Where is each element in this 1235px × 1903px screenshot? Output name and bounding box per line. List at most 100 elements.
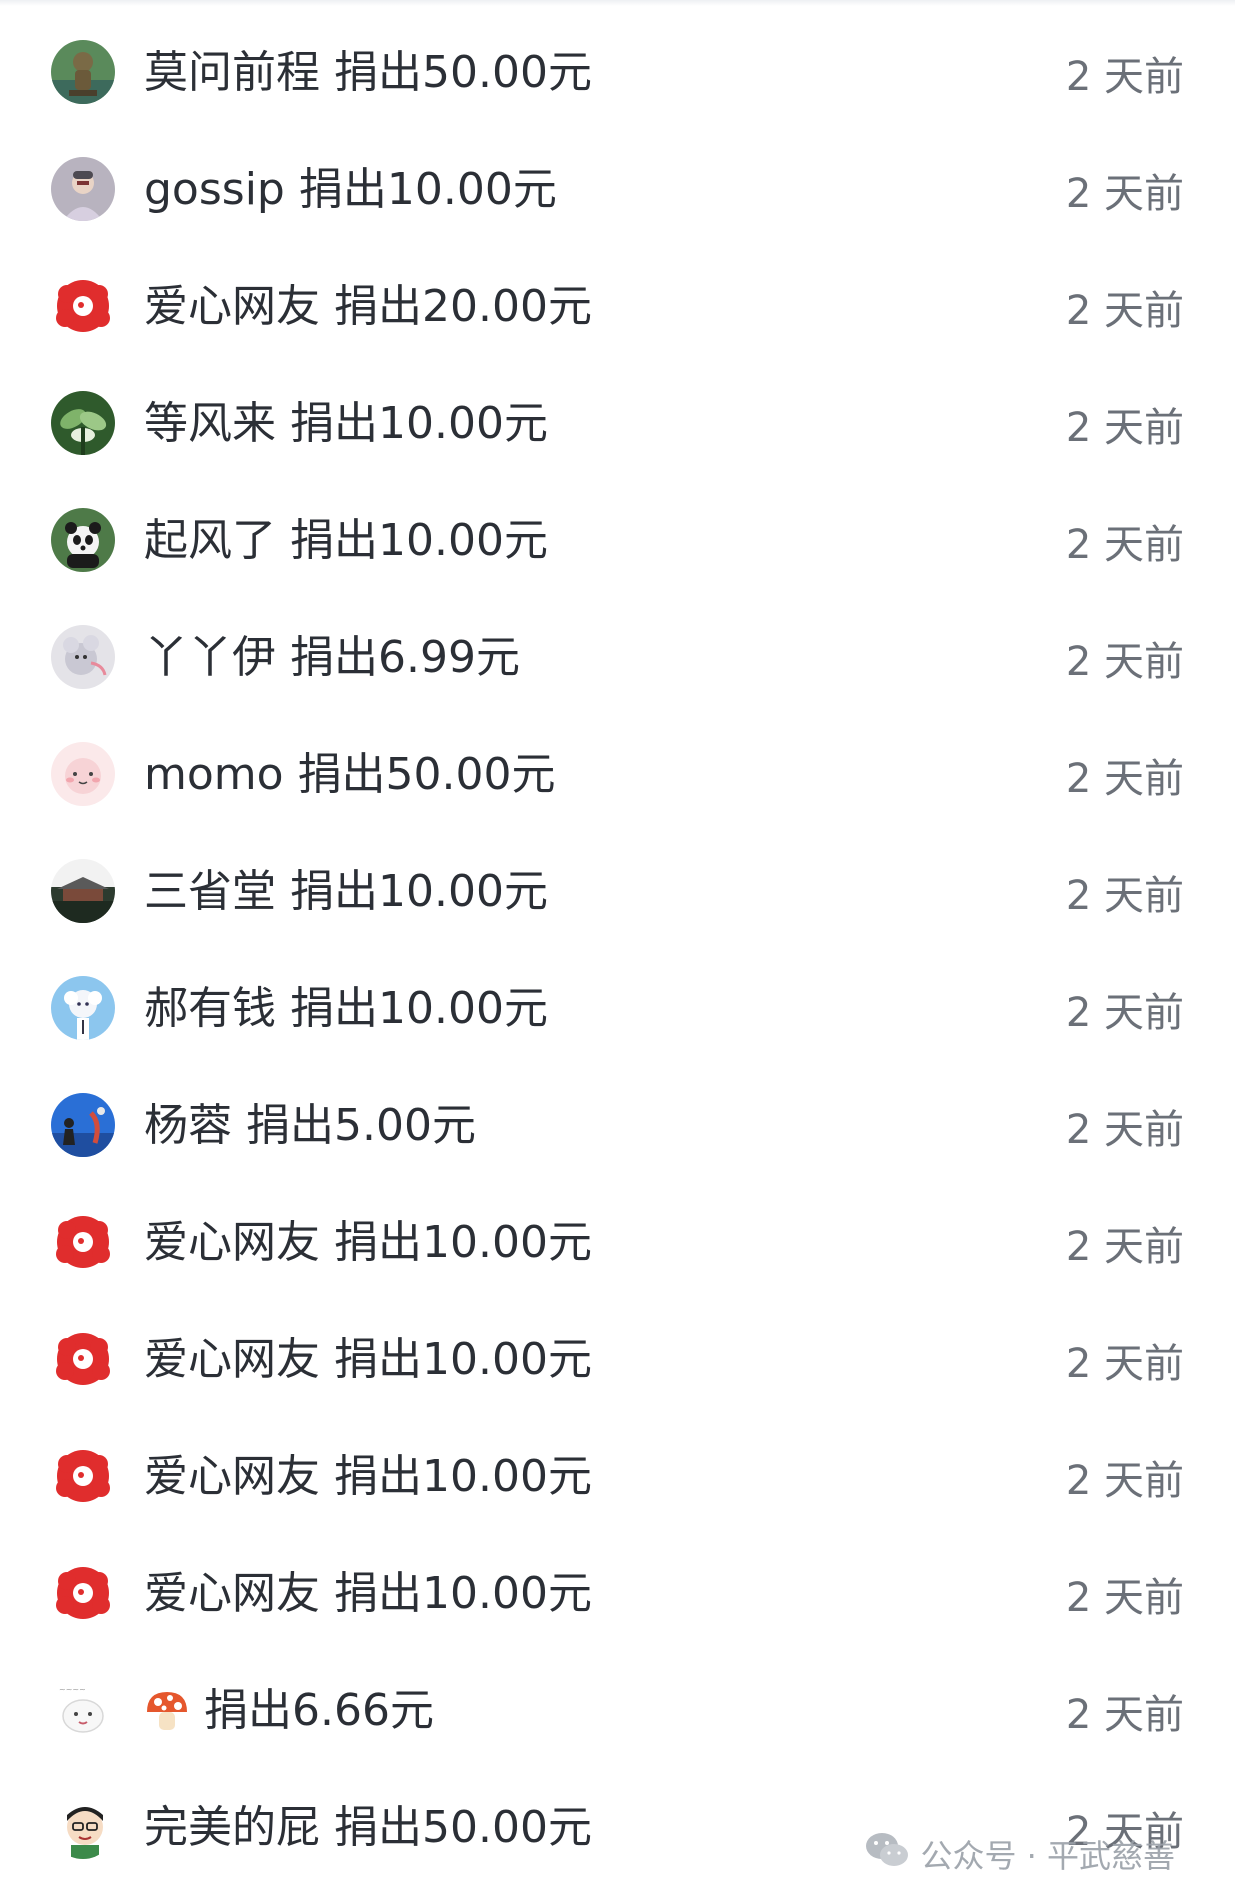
donation-amount: 捐出5.00元 (246, 1099, 476, 1151)
donation-time: 2 天前 (1065, 170, 1184, 217)
donor-name: 等风来 (144, 397, 276, 449)
avatar[interactable] (51, 1561, 115, 1625)
donation-text: 爱心网友 捐出20.00元 (144, 248, 592, 365)
donation-time: 2 天前 (1065, 404, 1184, 451)
list-item[interactable]: 起风了 捐出10.00元 2 天前 (0, 482, 1235, 599)
donation-time: 2 天前 (1065, 755, 1184, 802)
avatar[interactable] (51, 157, 115, 221)
donor-name: 郝有钱 (144, 982, 276, 1034)
donor-name: 丫丫伊 (144, 631, 276, 683)
donation-time: 2 天前 (1065, 1574, 1184, 1621)
avatar[interactable] (51, 625, 115, 689)
donation-time: 2 天前 (1065, 638, 1184, 685)
donation-amount: 捐出10.00元 (334, 1450, 592, 1502)
donation-time: 2 天前 (1065, 53, 1184, 100)
avatar[interactable] (51, 274, 115, 338)
avatar[interactable] (51, 1093, 115, 1157)
donation-text: 爱心网友 捐出10.00元 (144, 1301, 592, 1418)
list-item[interactable]: 三省堂 捐出10.00元 2 天前 (0, 833, 1235, 950)
donor-name: 起风了 (144, 514, 276, 566)
donor-name: 爱心网友 (144, 1333, 320, 1385)
donation-time: 2 天前 (1065, 287, 1184, 334)
svg-text:~~~~: ~~~~ (59, 1685, 86, 1694)
list-item[interactable]: 丫丫伊 捐出6.99元 2 天前 (0, 599, 1235, 716)
list-item[interactable]: gossip 捐出10.00元 2 天前 (0, 131, 1235, 248)
donation-amount: 捐出10.00元 (290, 982, 548, 1034)
donor-name: 爱心网友 (144, 1450, 320, 1502)
donation-text: gossip 捐出10.00元 (144, 131, 557, 248)
donation-text: 丫丫伊 捐出6.99元 (144, 599, 520, 716)
donation-amount: 捐出10.00元 (290, 865, 548, 917)
list-item[interactable]: ~~~~ 捐出6.66元 2 天前 (0, 1652, 1235, 1769)
donation-text: 完美的屁 捐出50.00元 (144, 1769, 592, 1886)
avatar[interactable] (51, 391, 115, 455)
donation-list[interactable]: 莫问前程 捐出50.00元 2 天前 gossip 捐出10.00元 2 天前 … (0, 14, 1235, 1886)
donation-time: 2 天前 (1065, 1691, 1184, 1738)
list-item[interactable]: 杨蓉 捐出5.00元 2 天前 (0, 1067, 1235, 1184)
donation-amount: 捐出6.99元 (290, 631, 520, 683)
list-item[interactable]: 郝有钱 捐出10.00元 2 天前 (0, 950, 1235, 1067)
donor-name: 爱心网友 (144, 1216, 320, 1268)
avatar[interactable] (51, 1795, 115, 1859)
donation-time: 2 天前 (1065, 989, 1184, 1036)
donation-amount: 捐出50.00元 (297, 748, 556, 800)
avatar[interactable] (51, 1327, 115, 1391)
donation-time: 2 天前 (1065, 1106, 1184, 1153)
donation-time: 2 天前 (1065, 1457, 1184, 1504)
donation-text: 等风来 捐出10.00元 (144, 365, 548, 482)
donation-text: 起风了 捐出10.00元 (144, 482, 548, 599)
donation-text: momo 捐出50.00元 (144, 716, 556, 833)
donation-time: 2 天前 (1065, 1340, 1184, 1387)
list-item[interactable]: 等风来 捐出10.00元 2 天前 (0, 365, 1235, 482)
donation-time: 2 天前 (1065, 521, 1184, 568)
donation-text: 三省堂 捐出10.00元 (144, 833, 548, 950)
watermark-text: 公众号 · 平武慈善 (920, 1837, 1175, 1875)
donation-time: 2 天前 (1065, 1223, 1184, 1270)
watermark: 公众号 · 平武慈善 (864, 1832, 1175, 1876)
donor-name: 爱心网友 (144, 280, 320, 332)
donation-amount: 捐出10.00元 (334, 1333, 592, 1385)
list-item[interactable]: momo 捐出50.00元 2 天前 (0, 716, 1235, 833)
donation-text: 郝有钱 捐出10.00元 (144, 950, 548, 1067)
donor-name: gossip (144, 163, 285, 215)
avatar[interactable] (51, 40, 115, 104)
donation-amount: 捐出10.00元 (290, 397, 548, 449)
donation-amount: 捐出10.00元 (334, 1216, 592, 1268)
avatar[interactable] (51, 1444, 115, 1508)
list-item[interactable]: 莫问前程 捐出50.00元 2 天前 (0, 14, 1235, 131)
list-item[interactable]: 爱心网友 捐出10.00元 2 天前 (0, 1418, 1235, 1535)
donor-name: momo (144, 748, 284, 800)
donation-amount: 捐出10.00元 (290, 514, 548, 566)
list-item[interactable]: 爱心网友 捐出20.00元 2 天前 (0, 248, 1235, 365)
donation-text: 爱心网友 捐出10.00元 (144, 1418, 592, 1535)
donation-amount: 捐出20.00元 (334, 280, 592, 332)
donation-amount: 捐出10.00元 (334, 1567, 592, 1619)
donor-name: 杨蓉 (144, 1099, 232, 1151)
donation-text: 爱心网友 捐出10.00元 (144, 1535, 592, 1652)
donation-amount: 捐出50.00元 (334, 46, 592, 98)
top-divider (0, 0, 1235, 6)
wechat-icon (864, 1830, 910, 1878)
donation-amount: 捐出6.66元 (204, 1684, 434, 1736)
donor-name: 三省堂 (144, 865, 276, 917)
donor-name: 完美的屁 (144, 1801, 320, 1853)
list-item[interactable]: 爱心网友 捐出10.00元 2 天前 (0, 1535, 1235, 1652)
donation-amount: 捐出50.00元 (334, 1801, 592, 1853)
avatar[interactable] (51, 976, 115, 1040)
avatar[interactable]: ~~~~ (51, 1678, 115, 1742)
donation-amount: 捐出10.00元 (298, 163, 557, 215)
list-item[interactable]: 爱心网友 捐出10.00元 2 天前 (0, 1301, 1235, 1418)
donor-name: 莫问前程 (144, 46, 320, 98)
donation-time: 2 天前 (1065, 872, 1184, 919)
donation-text: 杨蓉 捐出5.00元 (144, 1067, 476, 1184)
avatar[interactable] (51, 1210, 115, 1274)
donation-text: 捐出6.66元 (144, 1652, 434, 1769)
avatar[interactable] (51, 508, 115, 572)
avatar[interactable] (51, 742, 115, 806)
list-item[interactable]: 爱心网友 捐出10.00元 2 天前 (0, 1184, 1235, 1301)
avatar[interactable] (51, 859, 115, 923)
donation-text: 莫问前程 捐出50.00元 (144, 14, 592, 131)
donor-name: 爱心网友 (144, 1567, 320, 1619)
mushroom-icon (144, 1688, 190, 1734)
donation-text: 爱心网友 捐出10.00元 (144, 1184, 592, 1301)
